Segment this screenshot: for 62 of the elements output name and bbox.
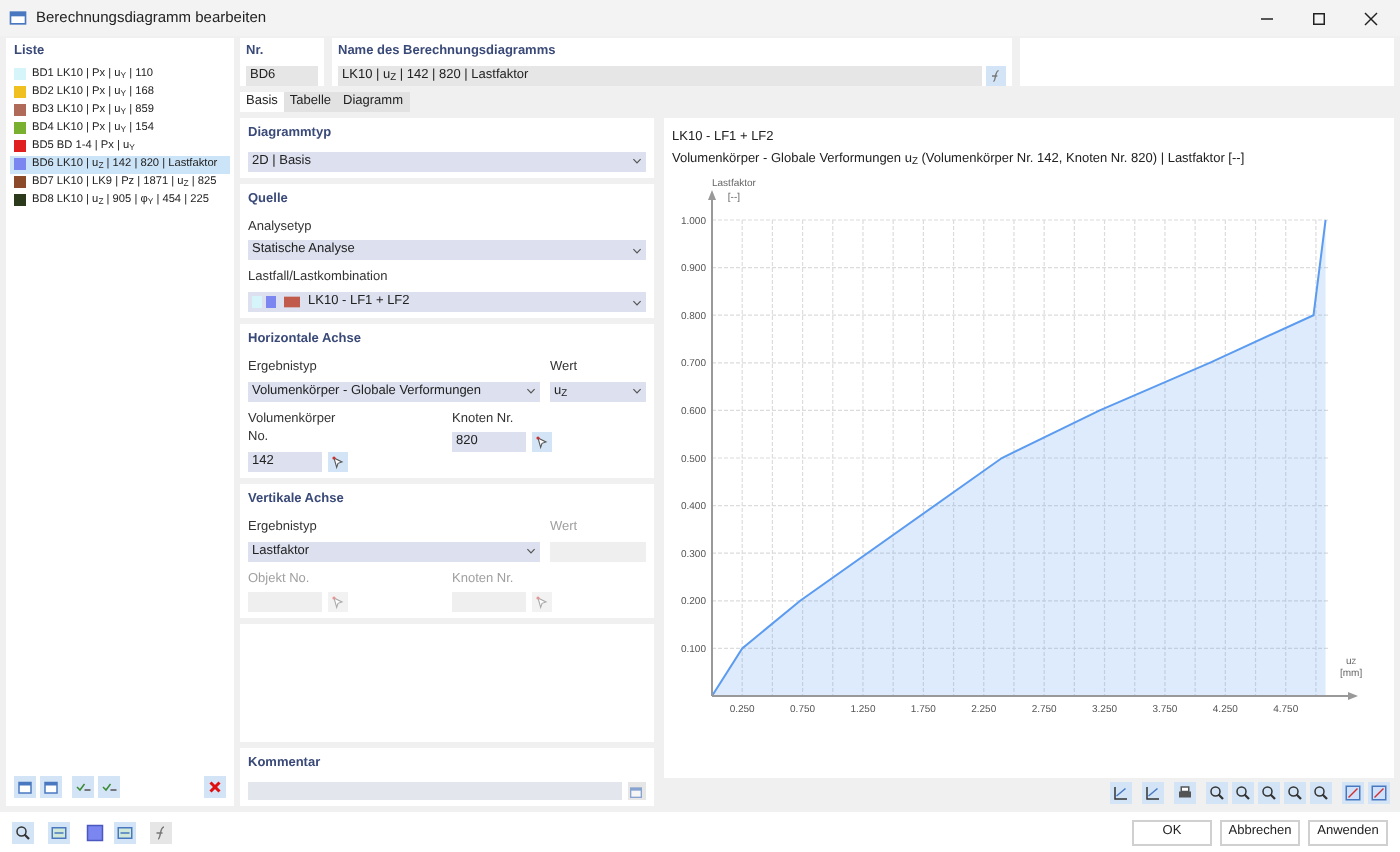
color-button[interactable] [84,821,106,843]
document-icon [628,783,644,799]
comment-field[interactable] [248,782,622,800]
comment-button[interactable] [628,782,646,800]
sheet-icon [116,823,134,841]
check-icon [74,778,92,796]
chevron-down-icon [632,247,642,254]
zoom-icon [1208,783,1226,801]
search-button[interactable] [12,821,34,843]
chart-icon [1344,783,1362,801]
chevron-down-icon [632,299,642,305]
zoom-icon [1312,783,1330,801]
zoom-button[interactable] [1284,781,1306,803]
function-icon [152,823,170,841]
check-icon [100,778,118,796]
pointer-icon [534,434,550,451]
new-item-button[interactable] [14,776,36,798]
chart-view-button[interactable] [1368,781,1390,803]
axis-icon [1144,783,1162,801]
chevron-down-icon [526,548,536,554]
edit-button[interactable] [986,65,1006,86]
pointer-icon [534,594,550,611]
chart-view-button[interactable] [1342,781,1364,803]
copy-button[interactable] [40,776,62,798]
check-button[interactable] [72,776,94,798]
maximize-icon [1309,9,1327,27]
settings-button[interactable] [114,821,136,843]
search-icon [14,823,32,841]
copy-icon [42,778,60,796]
zoom-icon [1260,783,1278,801]
chevron-down-icon [632,388,642,394]
zoom-button[interactable] [1258,781,1280,803]
axis-menu-button[interactable] [1110,781,1132,803]
uncheck-button[interactable] [98,776,120,798]
close-icon [1361,9,1379,27]
pick-button[interactable] [532,432,552,453]
zoom-button[interactable] [1206,781,1228,803]
delete-button[interactable] [204,776,226,798]
pick-button[interactable] [328,452,348,472]
pointer-icon [330,454,346,470]
print-button[interactable] [1174,781,1196,803]
zoom-icon [1286,783,1304,801]
chevron-down-icon [526,388,536,394]
zoom-icon [1234,783,1252,801]
combination-icon [280,294,304,310]
function-button[interactable] [150,821,172,843]
delete-icon [206,778,224,796]
zoom-button[interactable] [1232,781,1254,803]
swatch-icon [266,296,276,308]
function-icon [988,67,1004,84]
chart-icon [1370,783,1388,801]
print-icon [1176,783,1194,801]
reset-zoom-button[interactable] [1310,781,1332,803]
pointer-icon [330,594,346,611]
table-button[interactable] [48,821,70,843]
app-icon [8,8,28,28]
document-icon [16,778,34,796]
square-icon [86,823,104,841]
axis-menu-button[interactable] [1142,781,1164,803]
sheet-icon [50,823,68,841]
chevron-down-icon [632,158,642,165]
axis-icon [1112,783,1130,801]
